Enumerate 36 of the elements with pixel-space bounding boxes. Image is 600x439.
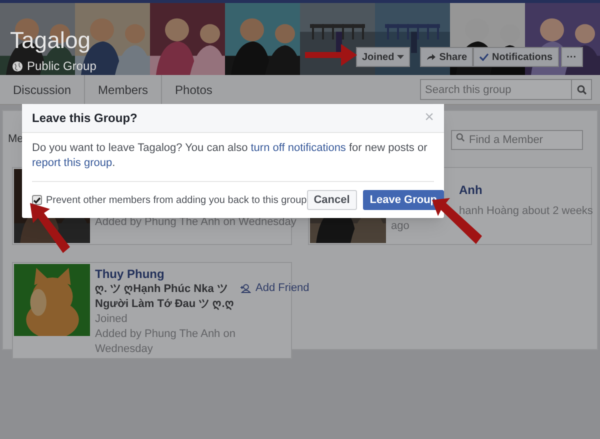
dialog-title: Leave this Group? [32,110,138,127]
add-friend-button[interactable]: Add Friend [240,280,310,296]
add-friend-icon [240,284,252,293]
share-button[interactable]: Share [420,47,474,67]
privacy-label: Public Group [27,58,96,75]
member-info: Added by Phung The Anh on [95,327,236,342]
dialog-message: Do you want to leave Tagalog? You can also turn off notifications for new posts or report this group. [32,141,434,182]
search-button[interactable] [572,79,592,100]
notifications-button[interactable]: Notifications [473,47,559,67]
member-info: ago [391,219,410,234]
checkbox-label: Prevent other members from adding you back to this group [46,194,307,208]
member-info: Joined [95,312,128,327]
section-heading: Me [8,132,24,147]
find-member-field[interactable]: Find a Member [451,130,583,150]
member-name[interactable]: Anh [459,183,593,198]
check-icon [479,53,490,61]
text-link[interactable]: turn off notifications [250,142,346,154]
text-link[interactable]: report this group [32,157,112,169]
member-name[interactable]: Thuy Phung [95,267,236,282]
tab[interactable]: Photos [162,75,226,104]
search-field[interactable]: Search this group [420,79,572,100]
member-bio: Người Làm Tớ Đau ツ ღ.ღ [95,297,235,312]
more-button[interactable]: ··· [560,47,583,67]
cancel-button[interactable]: Cancel [306,190,357,210]
member-info: Wednesday [95,342,154,357]
group-name: Tagalog [10,29,91,52]
joined-button[interactable]: Joined [356,47,410,67]
share-icon [426,53,436,61]
globe-icon [12,60,23,72]
search-icon [576,84,586,94]
member-bio: ღ. ツ ღHạnh Phúc Nka ツ [95,282,229,297]
annotation-arrow [305,43,357,67]
checkbox[interactable] [32,195,42,205]
caret-icon [397,55,404,59]
annotation-arrow [28,203,70,253]
member-info: hanh Hoàng about 2 weeks [459,204,593,219]
